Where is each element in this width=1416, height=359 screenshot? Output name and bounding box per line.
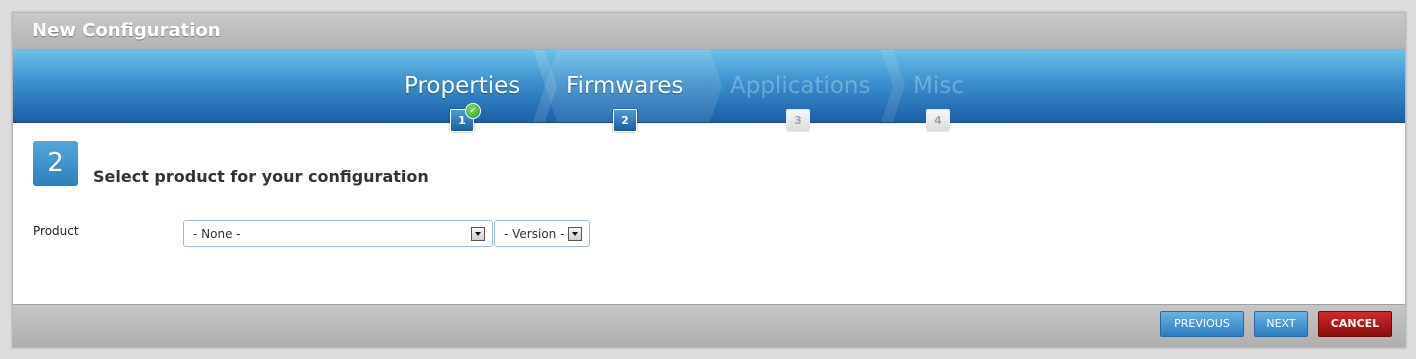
cancel-button[interactable]: CANCEL (1318, 311, 1392, 337)
previous-button[interactable]: PREVIOUS (1160, 311, 1244, 337)
product-select[interactable]: - None - (183, 220, 493, 247)
wizard-step-bar: Properties Firmwares Applications Misc (13, 50, 1405, 123)
chevron-down-icon[interactable] (568, 227, 582, 241)
title-bar: New Configuration (13, 13, 1405, 50)
version-select[interactable]: - Version - (494, 220, 590, 247)
product-select-value: - None - (193, 227, 241, 241)
step-applications-label: Applications (730, 73, 871, 99)
step-misc-label: Misc (913, 73, 964, 99)
step-separators (533, 50, 905, 122)
step-firmwares-label[interactable]: Firmwares (566, 73, 683, 99)
dialog-footer: PREVIOUS NEXT CANCEL (13, 304, 1405, 347)
product-label: Product (33, 224, 79, 238)
step-properties-label[interactable]: Properties (404, 73, 520, 99)
version-select-value: - Version - (504, 227, 565, 241)
step-2-badge[interactable]: 2 (613, 109, 637, 132)
chevron-down-icon[interactable] (471, 227, 485, 241)
step-4-badge: 4 (926, 109, 950, 132)
step-heading: Select product for your configuration (93, 167, 429, 186)
next-button[interactable]: NEXT (1254, 311, 1308, 337)
dialog-title: New Configuration (32, 20, 221, 41)
configuration-dialog: New Configuration Properties Firmwares A… (12, 12, 1406, 348)
current-step-number: 2 (33, 141, 78, 186)
completed-check-icon: ✓ (465, 103, 481, 119)
step-3-badge: 3 (786, 109, 810, 132)
